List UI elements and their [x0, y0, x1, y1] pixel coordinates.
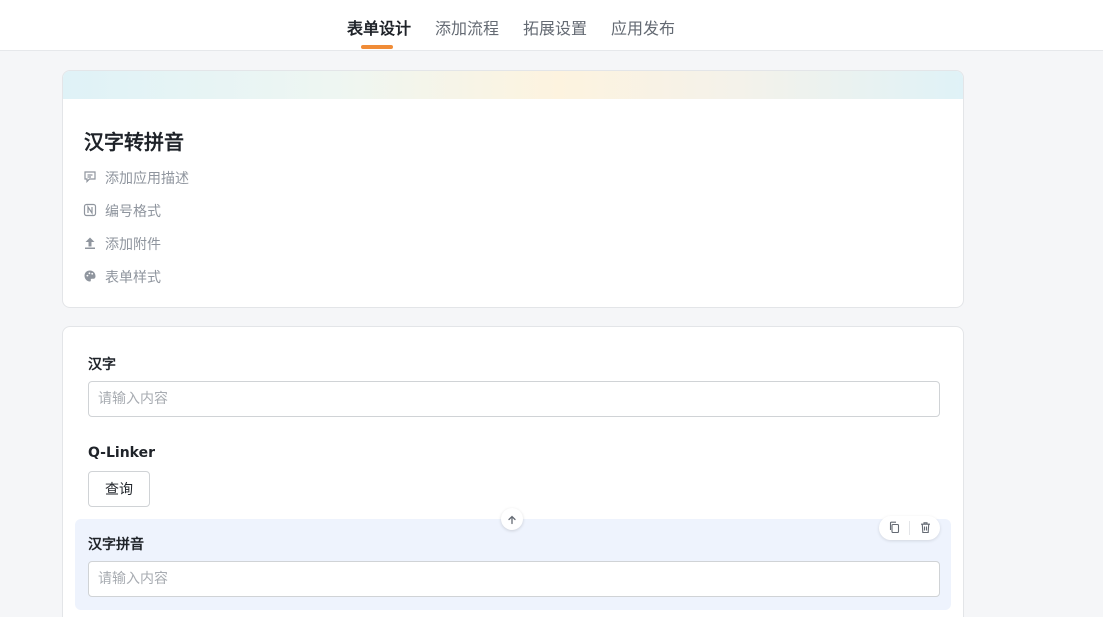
number-format-icon [83, 202, 97, 221]
add-description-label: 添加应用描述 [105, 171, 189, 187]
add-description-option[interactable]: 添加应用描述 [83, 168, 189, 188]
number-format-label: 编号格式 [105, 204, 161, 220]
card-header-banner [63, 71, 963, 99]
copy-icon [888, 519, 901, 538]
hanzi-input[interactable] [88, 381, 940, 417]
field-actions [879, 516, 940, 540]
query-button[interactable]: 查询 [88, 471, 150, 507]
move-up-button[interactable] [501, 508, 523, 530]
palette-icon [83, 268, 97, 287]
form-card: 汉字 Q-Linker 查询 汉字拼音 [62, 326, 964, 617]
add-attachment-label: 添加附件 [105, 237, 161, 253]
copy-field-button[interactable] [879, 516, 909, 540]
arrow-up-icon [507, 510, 517, 529]
form-style-label: 表单样式 [105, 270, 161, 286]
app-info-card: 汉字转拼音 添加应用描述 编号格式 添加附件 表单样式 [62, 70, 964, 308]
tab-form-design[interactable]: 表单设计 [347, 15, 411, 39]
app-title[interactable]: 汉字转拼音 [84, 126, 184, 155]
tab-app-publish[interactable]: 应用发布 [611, 15, 675, 39]
delete-field-button[interactable] [910, 516, 940, 540]
upload-icon [83, 235, 97, 254]
active-tab-indicator [361, 45, 393, 49]
top-nav: 表单设计 添加流程 拓展设置 应用发布 [0, 0, 1103, 51]
trash-icon [919, 519, 932, 538]
field-label-hanzi: 汉字 [88, 357, 116, 373]
add-attachment-option[interactable]: 添加附件 [83, 234, 161, 254]
number-format-option[interactable]: 编号格式 [83, 201, 161, 221]
field-label-q-linker: Q-Linker [88, 445, 155, 461]
tab-add-process[interactable]: 添加流程 [435, 15, 499, 39]
field-label-pinyin: 汉字拼音 [88, 537, 144, 553]
tab-extension-settings[interactable]: 拓展设置 [523, 15, 587, 39]
form-style-option[interactable]: 表单样式 [83, 267, 161, 287]
comment-icon [83, 169, 97, 188]
pinyin-input[interactable] [88, 561, 940, 597]
